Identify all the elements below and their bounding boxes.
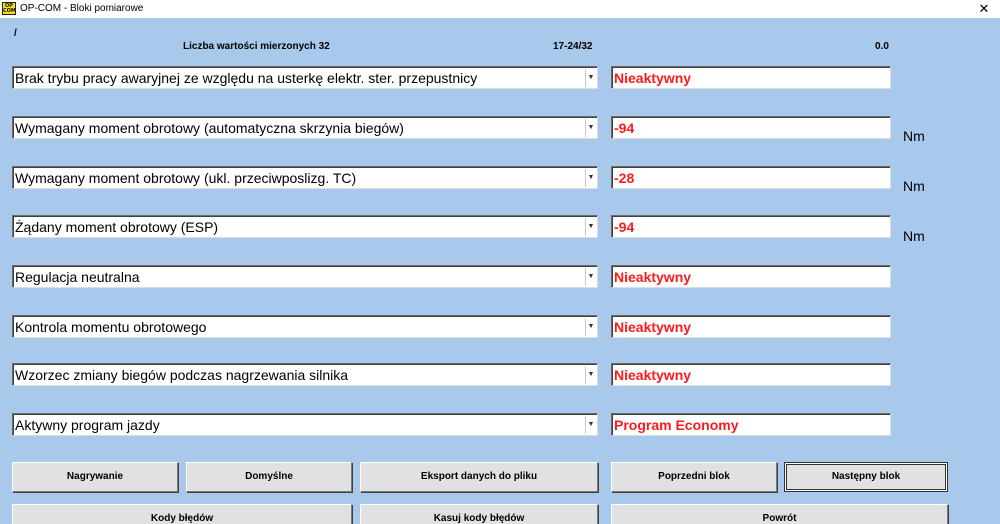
measurement-select-4[interactable]: Żądany moment obrotowy (ESP) ▼ <box>12 215 598 238</box>
measurement-value-text: Program Economy <box>614 417 739 433</box>
chevron-down-icon[interactable]: ▼ <box>585 366 596 384</box>
next-block-button[interactable]: Następny blok <box>784 462 948 492</box>
measurement-value-5: Nieaktywny <box>611 265 891 288</box>
measurement-label: Kontrola momentu obrotowego <box>15 319 207 335</box>
chevron-down-icon[interactable]: ▼ <box>585 318 596 336</box>
record-button[interactable]: Nagrywanie <box>12 462 178 492</box>
previous-block-button[interactable]: Poprzedni blok <box>611 462 777 492</box>
block-range: 17-24/32 <box>553 41 593 52</box>
unit-label: Nm <box>903 228 925 244</box>
measurement-value-6: Nieaktywny <box>611 315 891 338</box>
export-data-button[interactable]: Eksport danych do pliku <box>360 462 598 492</box>
chevron-down-icon[interactable]: ▼ <box>585 119 596 137</box>
elapsed-time: 0.0 <box>875 41 889 52</box>
chevron-down-icon[interactable]: ▼ <box>585 69 596 87</box>
defaults-button[interactable]: Domyślne <box>186 462 352 492</box>
measurement-value-3: -28 <box>611 166 891 189</box>
measurement-select-6[interactable]: Kontrola momentu obrotowego ▼ <box>12 315 598 338</box>
measurement-label: Aktywny program jazdy <box>15 417 160 433</box>
back-button[interactable]: Powrót <box>611 504 948 524</box>
measurement-select-1[interactable]: Brak trybu pracy awaryjnej ze względu na… <box>12 66 598 89</box>
chevron-down-icon[interactable]: ▼ <box>585 268 596 286</box>
measurement-select-3[interactable]: Wymagany moment obrotowy (ukl. przeciwpo… <box>12 166 598 189</box>
chevron-down-icon[interactable]: ▼ <box>585 218 596 236</box>
measurement-value-text: Nieaktywny <box>614 367 692 383</box>
unit-label: Nm <box>903 128 925 144</box>
title-bar: OP COM OP-COM - Bloki pomiarowe ✕ <box>0 0 1000 18</box>
measurement-label: Żądany moment obrotowy (ESP) <box>15 219 219 235</box>
unit-label: Nm <box>903 178 925 194</box>
measurement-select-8[interactable]: Aktywny program jazdy ▼ <box>12 413 598 436</box>
measurement-select-7[interactable]: Wzorzec zmiany biegów podczas nagrzewani… <box>12 363 598 386</box>
chevron-down-icon[interactable]: ▼ <box>585 416 596 434</box>
measurement-value-7: Nieaktywny <box>611 363 891 386</box>
opcom-app-icon: OP COM <box>2 2 16 15</box>
measurement-select-2[interactable]: Wymagany moment obrotowy (automatyczna s… <box>12 116 598 139</box>
measurement-value-2: -94 <box>611 116 891 139</box>
measured-values-count: Liczba wartości mierzonych 32 <box>183 41 330 52</box>
measurement-value-8: Program Economy <box>611 413 891 436</box>
measurement-value-text: -28 <box>614 170 635 186</box>
measurement-value-1: Nieaktywny <box>611 66 891 89</box>
measurement-label: Wymagany moment obrotowy (ukl. przeciwpo… <box>15 170 357 186</box>
measurement-value-text: -94 <box>614 219 635 235</box>
measurement-select-5[interactable]: Regulacja neutralna ▼ <box>12 265 598 288</box>
measurement-value-text: Nieaktywny <box>614 319 692 335</box>
measurement-value-text: -94 <box>614 120 635 136</box>
measurement-label: Regulacja neutralna <box>15 269 140 285</box>
measurement-value-4: -94 <box>611 215 891 238</box>
measurement-label: Brak trybu pracy awaryjnej ze względu na… <box>15 70 478 86</box>
error-codes-button[interactable]: Kody błędów <box>12 504 352 524</box>
clear-error-codes-button[interactable]: Kasuj kody błędów <box>360 504 598 524</box>
measurement-label: Wzorzec zmiany biegów podczas nagrzewani… <box>15 367 349 383</box>
slash-indicator: / <box>14 28 17 39</box>
measurement-label: Wymagany moment obrotowy (automatyczna s… <box>15 120 404 136</box>
measurement-value-text: Nieaktywny <box>614 269 692 285</box>
window-title: OP-COM - Bloki pomiarowe <box>20 3 144 14</box>
close-icon[interactable]: ✕ <box>968 0 1000 18</box>
measurement-value-text: Nieaktywny <box>614 70 692 86</box>
chevron-down-icon[interactable]: ▼ <box>585 169 596 187</box>
